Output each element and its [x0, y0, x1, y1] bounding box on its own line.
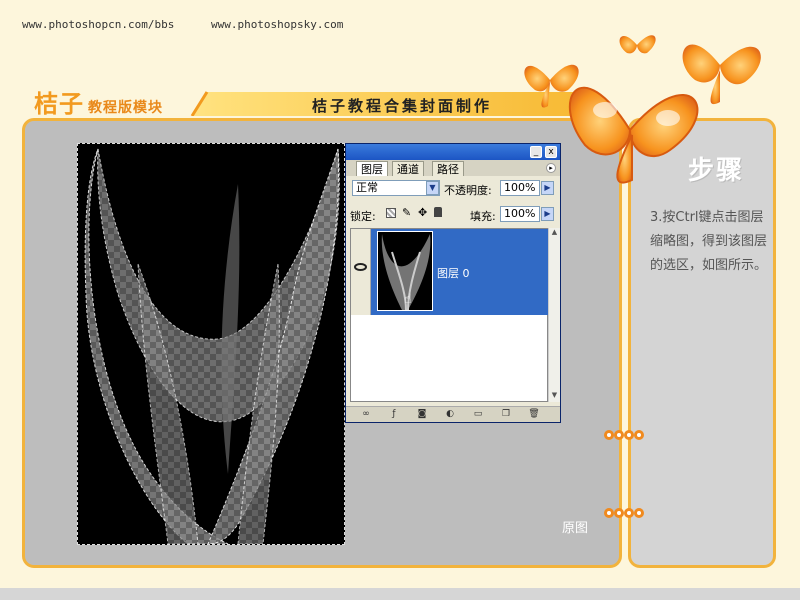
link-photoshopsky[interactable]: www.photoshopsky.com — [211, 18, 343, 31]
lock-position-icon[interactable]: ✥ — [418, 206, 427, 219]
trash-icon[interactable]: 🗑 — [528, 409, 540, 420]
chevron-down-icon[interactable]: ▼ — [426, 181, 439, 195]
image-canvas — [77, 143, 345, 545]
link-layers-icon[interactable]: ∞ — [360, 409, 372, 420]
layer-thumbnail[interactable]: ☝ — [377, 231, 433, 311]
lock-pixels-icon[interactable]: ✎ — [402, 206, 411, 219]
step-instruction: 3.按Ctrl键点击图层缩略图，得到该图层的选区，如图所示。 — [650, 210, 768, 273]
tab-channels[interactable]: 通道 — [392, 161, 424, 176]
new-layer-icon[interactable]: ❐ — [500, 409, 512, 420]
palette-footer: ∞ ƒ ◙ ◐ ▭ ❐ 🗑 — [346, 406, 560, 422]
top-links: www.photoshopcn.com/bbs www.photoshopsky… — [22, 18, 373, 31]
layers-list: ☝ 图层 0 — [350, 228, 549, 402]
brand-logo: 桔子 教程版模块 — [34, 84, 163, 119]
layers-scrollbar[interactable]: ▲ ▼ — [548, 228, 560, 402]
bottom-strip — [0, 588, 800, 600]
eye-icon[interactable] — [354, 263, 367, 271]
scroll-up-icon[interactable]: ▲ — [549, 228, 560, 239]
layer-style-icon[interactable]: ƒ — [388, 409, 400, 420]
hand-cursor-icon: ☝ — [404, 292, 412, 307]
minimize-button[interactable]: _ — [530, 146, 542, 158]
palette-titlebar[interactable]: _ x — [346, 144, 560, 160]
lock-transparent-icon[interactable] — [386, 208, 396, 218]
steps-title: 步骤 — [688, 156, 745, 186]
close-button[interactable]: x — [545, 146, 557, 158]
opacity-value: 100% — [504, 181, 536, 194]
opacity-arrow-icon[interactable]: ▶ — [541, 181, 554, 195]
connector-dots — [604, 508, 648, 518]
lock-label: 锁定: — [350, 210, 376, 223]
blend-mode-value: 正常 — [356, 181, 378, 194]
page-title: 桔子教程合集封面制作 — [312, 97, 493, 115]
image-caption: 原图 — [562, 521, 589, 536]
brand-name: 桔子 — [34, 90, 84, 118]
layer-name[interactable]: 图层 0 — [437, 265, 470, 281]
fill-field[interactable]: 100% — [500, 206, 540, 222]
scroll-down-icon[interactable]: ▼ — [549, 391, 560, 402]
opacity-field[interactable]: 100% — [500, 180, 540, 196]
palette-tabs: 图层 通道 路径 ▸ — [346, 160, 560, 176]
opacity-label: 不透明度: — [444, 184, 492, 197]
fill-label: 填充: — [470, 210, 496, 223]
tab-paths[interactable]: 路径 — [432, 161, 464, 176]
fill-arrow-icon[interactable]: ▶ — [541, 207, 554, 221]
layers-palette: _ x 图层 通道 路径 ▸ 正常 ▼ 不透明度: 100% ▶ 锁定: ✎ ✥… — [345, 143, 561, 423]
adjustment-layer-icon[interactable]: ◐ — [444, 409, 456, 420]
lock-all-icon[interactable] — [434, 207, 442, 217]
new-group-icon[interactable]: ▭ — [472, 409, 484, 420]
fill-value: 100% — [504, 207, 536, 220]
layer-row[interactable]: ☝ 图层 0 — [371, 229, 549, 315]
connector-dots — [604, 430, 648, 440]
tab-layers[interactable]: 图层 — [356, 161, 388, 176]
selection-artwork — [84, 148, 340, 544]
brand-subtitle: 教程版模块 — [88, 100, 163, 116]
visibility-column — [351, 229, 371, 315]
palette-menu-icon[interactable]: ▸ — [546, 163, 556, 173]
layer-mask-icon[interactable]: ◙ — [416, 409, 428, 420]
link-photoshopcn[interactable]: www.photoshopcn.com/bbs — [22, 18, 174, 31]
